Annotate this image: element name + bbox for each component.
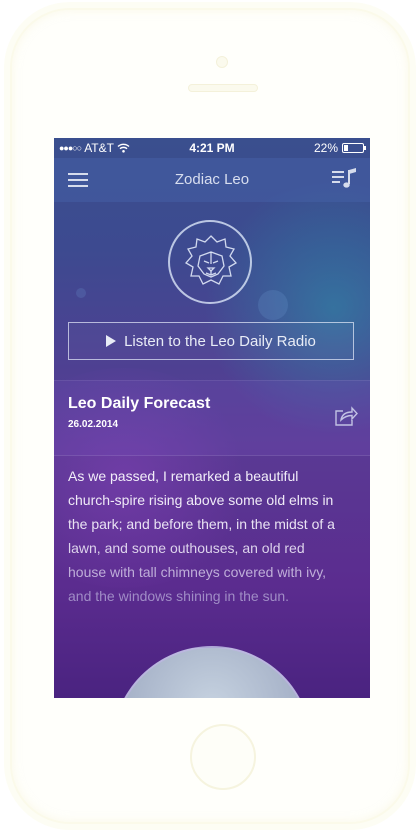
hero-section: Listen to the Leo Daily Radio <box>54 202 370 380</box>
app-screen: ●●●○○ AT&T 4:21 PM 22% Zodiac Leo Listen… <box>54 138 370 698</box>
status-bar: ●●●○○ AT&T 4:21 PM 22% <box>54 138 370 158</box>
radio-button-label: Listen to the Leo Daily Radio <box>124 332 316 350</box>
battery-icon <box>342 143 366 153</box>
forecast-header: Leo Daily Forecast 26.02.2014 <box>54 380 370 456</box>
moon-graphic <box>112 646 312 698</box>
forecast-line: As we passed, I remarked a beautiful <box>68 468 299 484</box>
forecast-line: house with tall chimneys covered with iv… <box>68 564 327 580</box>
forecast-line: the park; and before them, in the midst … <box>68 516 335 532</box>
forecast-date: 26.02.2014 <box>68 419 119 430</box>
forecast-title: Leo Daily Forecast <box>68 395 211 412</box>
home-button[interactable] <box>190 724 256 790</box>
page-title: Zodiac Leo <box>174 171 250 188</box>
forecast-body: As we passed, I remarked a beautiful chu… <box>68 464 358 608</box>
play-icon <box>106 335 117 347</box>
forecast-line: lawn, and some outhouses, an old red <box>68 540 305 556</box>
battery-status: 22% <box>313 141 366 155</box>
playlist-music-icon[interactable] <box>332 167 358 191</box>
front-camera <box>216 56 228 68</box>
forecast-line: and the windows shining in the sun. <box>68 588 290 604</box>
navigation-bar: Zodiac Leo <box>54 158 370 202</box>
earpiece-speaker <box>188 84 258 92</box>
battery-percent: 22% <box>313 141 338 155</box>
leo-lion-icon <box>168 220 252 304</box>
battery-level <box>344 145 348 151</box>
share-icon[interactable] <box>334 405 358 427</box>
listen-radio-button[interactable]: Listen to the Leo Daily Radio <box>68 322 354 360</box>
forecast-line: church-spire rising above some old elms … <box>68 492 334 508</box>
